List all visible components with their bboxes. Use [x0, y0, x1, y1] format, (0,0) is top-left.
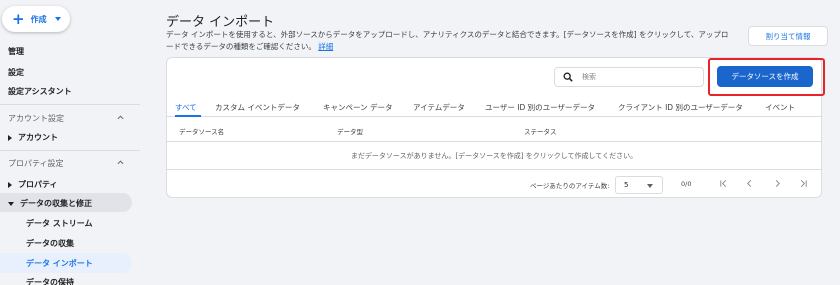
sidebar-section-account[interactable]: アカウント設定: [8, 113, 64, 124]
tab-all[interactable]: すべて: [175, 102, 197, 113]
sidebar-item-account[interactable]: アカウント: [8, 132, 58, 143]
items-per-page-label: ページあたりのアイテム数:: [530, 182, 610, 190]
active-tab-indicator: [175, 115, 201, 117]
chevron-up-icon[interactable]: [117, 114, 124, 121]
page-description: データ インポートを使用すると、外部ソースからデータをアップロードし、アナリティ…: [166, 29, 734, 53]
tab-item-data[interactable]: アイテムデータ: [413, 102, 465, 113]
sidebar-item-settings[interactable]: 設定: [8, 67, 24, 78]
column-header-status[interactable]: ステータス: [524, 126, 557, 136]
empty-state-message: まだデータソースがありません。[データソースを作成] をクリックして作成してくだ…: [167, 142, 821, 170]
table-header: データソース名 データ型 ステータス: [167, 120, 821, 142]
sidebar-item-account-label: アカウント: [18, 133, 58, 142]
sidebar-item-data-collect[interactable]: データの収集: [26, 238, 74, 249]
column-header-type[interactable]: データ型: [337, 126, 363, 136]
page-size-value: 5: [624, 181, 629, 189]
page-range: 0/0: [681, 180, 692, 188]
caret-right-icon: [8, 134, 12, 141]
create-button-label: 作成: [30, 14, 47, 24]
search-box[interactable]: [554, 67, 704, 87]
create-data-source-button[interactable]: データソースを作成: [717, 66, 813, 87]
tab-bar: すべて カスタム イベントデータ キャンペーン データ アイテムデータ ユーザー…: [167, 96, 821, 117]
plus-icon: +: [12, 9, 25, 28]
create-button[interactable]: + 作成: [2, 6, 70, 32]
tab-campaign-data[interactable]: キャンペーン データ: [323, 102, 393, 113]
chevron-down-icon: [54, 17, 61, 21]
tab-user-data-by-user-id[interactable]: ユーザー ID 別のユーザーデータ: [485, 102, 595, 113]
sidebar-divider: [0, 150, 140, 151]
search-input[interactable]: [582, 73, 692, 81]
prev-page-icon[interactable]: [745, 179, 754, 188]
column-header-name[interactable]: データソース名: [179, 126, 224, 136]
chevron-up-icon[interactable]: [117, 159, 124, 166]
sidebar: + 作成 管理 設定 設定アシスタント アカウント設定 アカウント プロパティ設…: [0, 0, 140, 285]
data-sources-card: データソースを作成 すべて カスタム イベントデータ キャンペーン データ アイ…: [166, 57, 825, 198]
tab-custom-event-data[interactable]: カスタム イベントデータ: [215, 102, 300, 113]
sidebar-item-data-import[interactable]: データ インポート: [26, 258, 93, 269]
sidebar-item-property[interactable]: プロパティ: [8, 179, 58, 190]
first-page-icon[interactable]: [719, 179, 728, 188]
page-size-select[interactable]: 5: [615, 176, 663, 194]
caret-right-icon: [8, 181, 12, 188]
sidebar-divider: [0, 104, 140, 105]
sidebar-item-data-retention[interactable]: データの保持: [26, 277, 74, 285]
search-icon: [563, 72, 573, 82]
learn-more-link[interactable]: 詳細: [318, 42, 333, 51]
next-page-icon[interactable]: [773, 179, 782, 188]
sidebar-item-data-collection-label: データの収集と修正: [20, 199, 92, 208]
sidebar-item-setup-assistant[interactable]: 設定アシスタント: [8, 86, 72, 97]
sidebar-item-admin[interactable]: 管理: [8, 46, 24, 57]
sidebar-item-data-collection[interactable]: データの収集と修正: [8, 198, 92, 209]
page-title: データ インポート: [166, 15, 275, 30]
caret-down-icon: [8, 201, 14, 206]
tab-user-data-by-client-id[interactable]: クライアント ID 別のユーザーデータ: [618, 102, 743, 113]
sidebar-item-data-streams[interactable]: データ ストリーム: [26, 218, 93, 229]
quota-info-button[interactable]: 割り当て情報: [748, 26, 828, 46]
chevron-down-icon: [647, 184, 653, 188]
tab-events[interactable]: イベント: [765, 102, 795, 113]
page-description-text: データ インポートを使用すると、外部ソースからデータをアップロードし、アナリティ…: [166, 30, 729, 51]
last-page-icon[interactable]: [799, 179, 808, 188]
sidebar-item-property-label: プロパティ: [18, 180, 58, 189]
sidebar-section-property[interactable]: プロパティ設定: [8, 158, 64, 169]
pagination: ページあたりのアイテム数: 5 0/0: [167, 170, 821, 198]
